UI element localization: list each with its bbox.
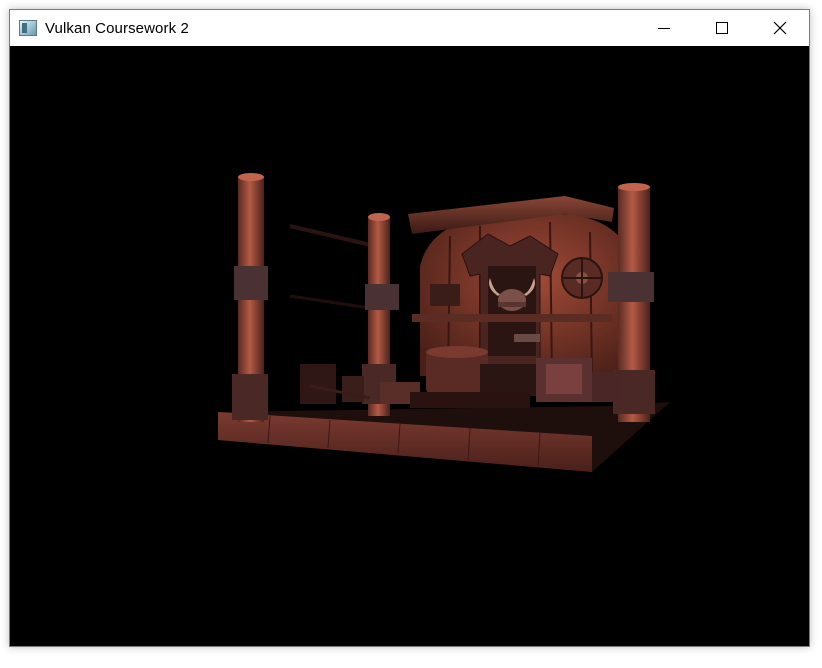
minimize-icon [658,28,670,29]
maximize-icon [716,22,728,34]
window-controls [635,10,809,46]
maximize-button[interactable] [693,10,751,46]
app-window-icon [19,20,37,36]
scene-floor [218,402,670,472]
render-viewport[interactable] [10,46,809,646]
scene-beams [289,224,376,310]
minimize-button[interactable] [635,10,693,46]
app-window: Vulkan Coursework 2 [9,9,810,647]
scene-pillar-left [232,173,268,422]
close-button[interactable] [751,10,809,46]
title-bar[interactable]: Vulkan Coursework 2 [10,10,809,46]
rendered-scene [218,173,670,472]
window-title: Vulkan Coursework 2 [45,19,189,37]
close-icon [773,21,787,35]
